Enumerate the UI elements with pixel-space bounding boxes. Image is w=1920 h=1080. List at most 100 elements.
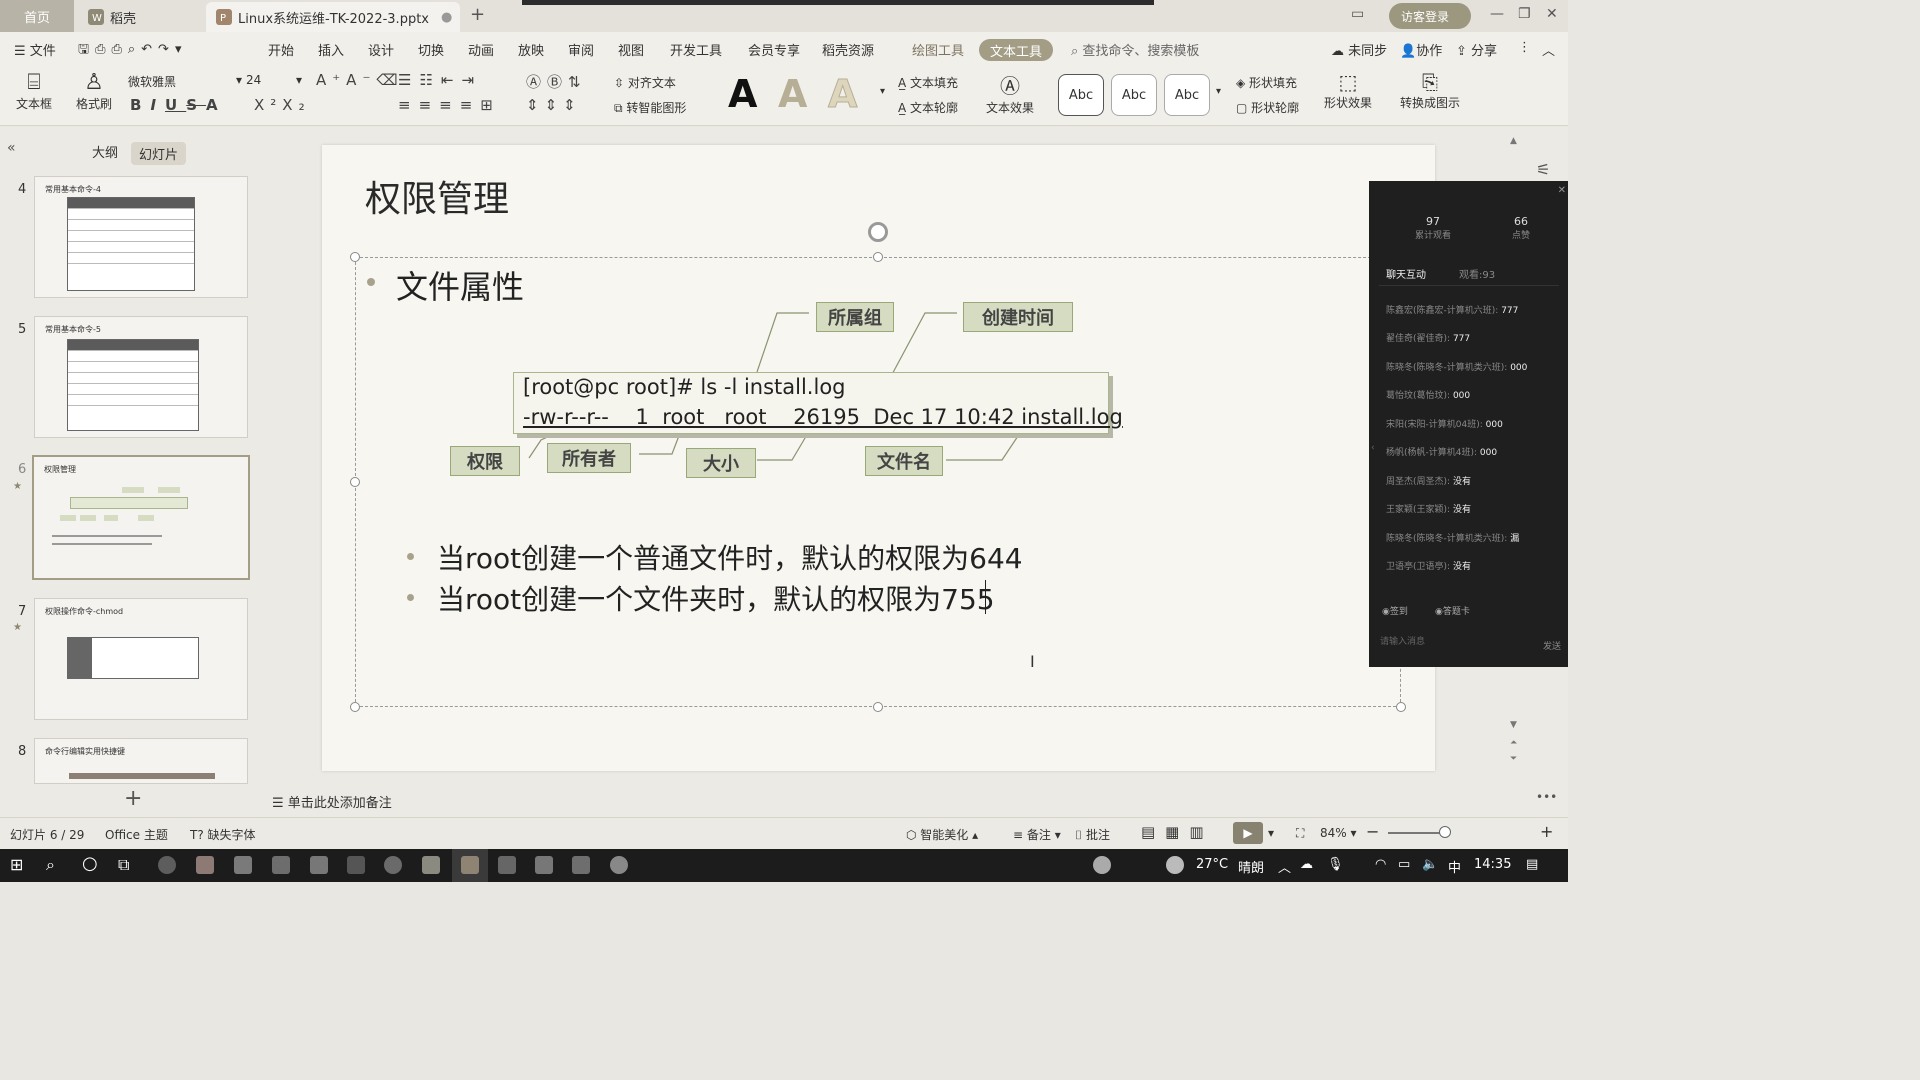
connector-lines — [528, 312, 1021, 461]
answer-card-icon: ◉ — [1435, 607, 1443, 617]
bullet-dot — [407, 553, 414, 560]
volume-icon[interactable]: 🔈 — [1422, 857, 1438, 872]
notes-toggle-button[interactable]: ≡ 备注 ▾ — [1013, 826, 1061, 843]
chat-input[interactable]: 请输入消息 — [1380, 634, 1425, 647]
label-group[interactable]: 所属组 — [816, 302, 894, 332]
notes-placeholder: 单击此处添加备注 — [287, 796, 392, 811]
notes-icon: ≡ — [1013, 828, 1027, 842]
wps-office-icon[interactable] — [461, 856, 479, 874]
stat-total-views: 97 累计观看 — [1403, 215, 1463, 241]
label-permission[interactable]: 权限 — [450, 446, 520, 476]
sub-bullet-dir-perm[interactable]: 当root创建一个文件夹时，默认的权限为755 — [437, 578, 995, 618]
play-slideshow-icon[interactable]: ▶ — [1233, 822, 1263, 844]
task-view-icon[interactable]: ⧉ — [118, 855, 129, 875]
next-slide-icon[interactable]: ⏷ — [1510, 754, 1517, 764]
stat-value: 97 — [1426, 215, 1440, 228]
text-cursor — [985, 580, 986, 614]
label-creation-time[interactable]: 创建时间 — [963, 302, 1073, 332]
app-icon[interactable] — [572, 856, 590, 874]
missing-font-icon: T? — [190, 828, 208, 842]
comment-icon: ⌷ — [1075, 828, 1087, 842]
tab-viewers[interactable]: 观看:93 — [1459, 266, 1495, 281]
chat-message: 陈晓冬(陈晓冬-计算机类六班): 漏 — [1386, 534, 1520, 544]
signin-icon: ◉ — [1382, 607, 1390, 617]
weather-temp[interactable]: 27°C — [1196, 857, 1228, 872]
chat-message: 宋阳(宋阳-计算机04班): 000 — [1386, 420, 1503, 430]
input-method-indicator[interactable]: 中 — [1448, 857, 1461, 876]
taskbar-search-icon[interactable]: ⌕ — [46, 855, 55, 875]
help-icon[interactable] — [1093, 856, 1111, 874]
wifi-icon[interactable]: ◠ — [1375, 857, 1386, 872]
app-icon[interactable] — [196, 856, 214, 874]
scroll-up-icon[interactable]: ▲ — [1510, 136, 1517, 146]
stat-likes: 66 点赞 — [1491, 215, 1551, 241]
command-line: [root@pc root]# ls -l install.log — [523, 375, 846, 399]
chat-message: 王家颖(王家颖): 没有 — [1386, 505, 1471, 515]
chevron-left-icon[interactable]: ‹ — [1371, 443, 1375, 453]
app-icon[interactable] — [535, 856, 553, 874]
bullet-dot — [407, 594, 414, 601]
app-icon[interactable] — [498, 856, 516, 874]
answer-card-button[interactable]: ◉答题卡 — [1435, 604, 1470, 617]
output-line: -rw-r--r-- 1 root root 26195 Dec 17 10:4… — [523, 405, 1123, 429]
fit-window-icon[interactable]: ⛶ — [1296, 826, 1304, 841]
tab-chat[interactable]: 聊天互动 — [1386, 266, 1426, 281]
calculator-icon[interactable] — [310, 856, 328, 874]
wechat-icon[interactable] — [384, 856, 402, 874]
zoom-level[interactable]: 84% ▾ — [1320, 826, 1357, 840]
stat-label: 累计观看 — [1414, 231, 1451, 241]
taskbar-clock[interactable]: 14:35 — [1474, 857, 1511, 872]
missing-font-button[interactable]: T? 缺失字体 — [190, 826, 256, 843]
notification-icon[interactable]: ▤ — [1526, 857, 1538, 872]
stat-label: 点赞 — [1511, 231, 1530, 241]
app-icon[interactable] — [422, 856, 440, 874]
settings-gear-icon[interactable] — [234, 856, 252, 874]
more-dots-icon[interactable]: ••• — [1536, 790, 1557, 804]
chat-message: 卫语亭(卫语亭): 没有 — [1386, 562, 1471, 572]
weather-sun-icon[interactable] — [1166, 856, 1184, 874]
label-size[interactable]: 大小 — [686, 448, 756, 478]
chat-message: 陈鑫宏(陈鑫宏-计算机六班): 777 — [1386, 306, 1519, 316]
chat-app-icon[interactable] — [272, 856, 290, 874]
chat-message: 杨帆(杨帆-计算机4班): 000 — [1386, 448, 1498, 458]
chat-message: 翟佳奇(翟佳奇): 777 — [1386, 334, 1471, 344]
ibeam-cursor-icon: I — [1030, 652, 1035, 671]
label-filename[interactable]: 文件名 — [865, 446, 943, 476]
view-mode-icons[interactable]: ▤▦▥ — [1141, 823, 1214, 841]
comment-button[interactable]: ⌷ 批注 — [1075, 826, 1110, 843]
zoom-slider-thumb[interactable] — [1439, 826, 1451, 838]
cortana-icon[interactable]: ○ — [82, 853, 98, 874]
stat-value: 66 — [1514, 215, 1528, 228]
chat-message: 葛怡玟(葛怡玟): 000 — [1386, 391, 1471, 401]
zoom-out-icon[interactable]: − — [1366, 822, 1379, 841]
smart-beautify-button[interactable]: ⬡ 智能美化 ▴ — [906, 826, 978, 843]
app-icon[interactable] — [610, 856, 628, 874]
tray-chevron-up-icon[interactable]: ︿ — [1278, 857, 1291, 876]
live-chat-panel: ✕ 97 累计观看 66 点赞 聊天互动 观看:93 陈鑫宏(陈鑫宏-计算机六班… — [1369, 181, 1568, 667]
chat-message: 陈晓冬(陈晓冬-计算机类六班): 000 — [1386, 363, 1528, 373]
sub-bullet-file-perm[interactable]: 当root创建一个普通文件时，默认的权限为644 — [437, 537, 1023, 577]
battery-icon[interactable]: ▭ — [1398, 857, 1410, 872]
scroll-down-icon[interactable]: ▼ — [1510, 720, 1517, 730]
terminal-icon[interactable] — [347, 856, 365, 874]
slide-counter: 幻灯片 6 / 29 — [10, 828, 85, 842]
prev-slide-icon[interactable]: ⏶ — [1510, 738, 1517, 748]
close-icon[interactable]: ✕ — [1558, 185, 1566, 196]
windows-start-icon[interactable]: ⊞ — [10, 855, 23, 874]
settings-sliders-icon[interactable]: ⚟ — [1536, 160, 1550, 179]
signin-button[interactable]: ◉签到 — [1382, 604, 1408, 617]
divider — [1379, 285, 1559, 286]
send-button[interactable]: 发送 — [1543, 639, 1561, 652]
chat-message: 周圣杰(周圣杰): 没有 — [1386, 477, 1471, 487]
weather-desc[interactable]: 晴朗 — [1238, 857, 1264, 876]
label-owner[interactable]: 所有者 — [547, 443, 631, 473]
onedrive-cloud-icon[interactable]: ☁ — [1300, 857, 1313, 872]
browser-edge-icon[interactable] — [158, 856, 176, 874]
zoom-in-icon[interactable]: + — [1540, 822, 1553, 841]
notes-bar[interactable]: ☰ 单击此处添加备注 — [272, 792, 392, 811]
command-output-box[interactable]: [root@pc root]# ls -l install.log -rw-r-… — [513, 372, 1123, 434]
beautify-icon: ⬡ — [906, 828, 921, 842]
microphone-icon[interactable]: 🎙 — [1327, 857, 1344, 872]
play-options-chevron-icon[interactable]: ▾ — [1268, 826, 1274, 840]
theme-name[interactable]: Office 主题 — [105, 826, 168, 843]
